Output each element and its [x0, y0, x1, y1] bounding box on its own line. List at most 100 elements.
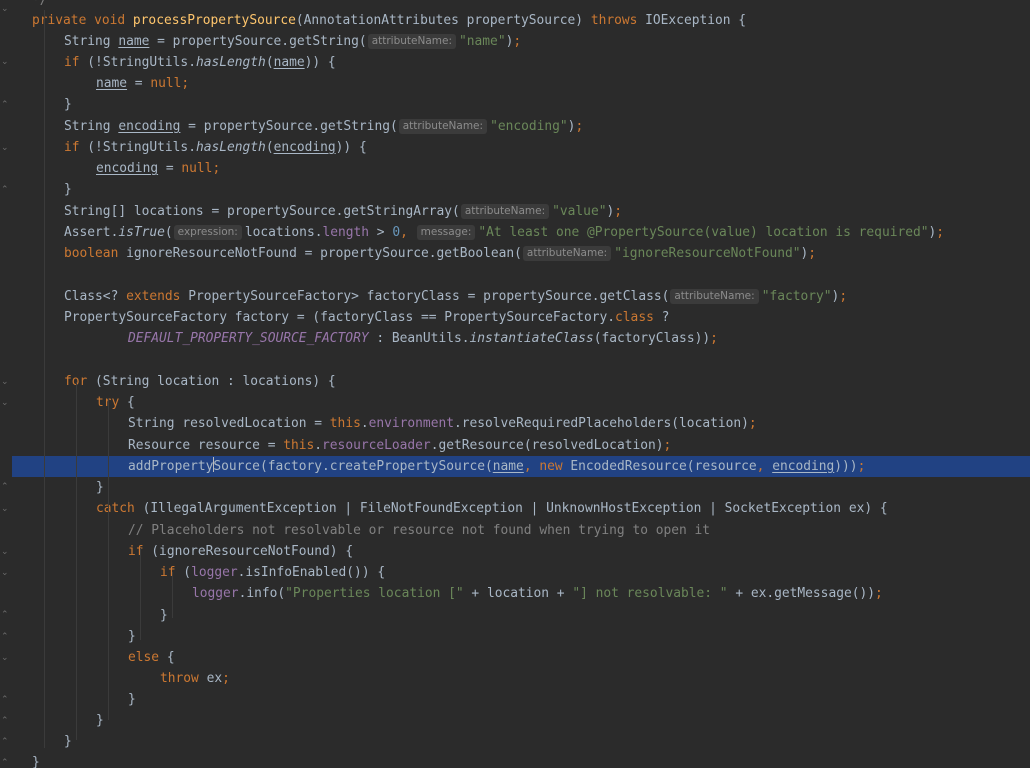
code-line[interactable]: if (!StringUtils.hasLength(name)) { — [12, 52, 1030, 73]
code-line[interactable]: if (logger.isInfoEnabled()) { — [12, 562, 1030, 583]
code-line[interactable]: } — [12, 605, 1030, 626]
code-token: catch — [96, 501, 143, 516]
parameter-hint: attributeName: — [398, 119, 488, 134]
code-line[interactable]: else { — [12, 647, 1030, 668]
code-token: Resource resource = — [128, 438, 284, 453]
code-token: (IllegalArgumentException | FileNotFound… — [142, 501, 888, 516]
code-line[interactable]: Assert.isTrue(expression: locations.lengt… — [12, 222, 1030, 243]
code-line[interactable]: DEFAULT_PROPERTY_SOURCE_FACTORY : BeanUt… — [12, 328, 1030, 349]
code-line[interactable]: if (!StringUtils.hasLength(encoding)) { — [12, 137, 1030, 158]
fold-marker-icon[interactable]: ⌃ — [1, 610, 9, 620]
code-token: encoding — [96, 161, 159, 176]
fold-marker-icon[interactable]: ⌃ — [1, 695, 9, 705]
code-line[interactable]: logger.info("Properties location [" + lo… — [12, 583, 1030, 604]
code-line[interactable]: } — [12, 752, 1030, 768]
line-text: } — [64, 94, 72, 115]
code-token: extends — [126, 289, 189, 304]
code-token: . — [360, 416, 369, 431]
code-line[interactable]: throw ex; — [12, 668, 1030, 689]
code-line[interactable]: } — [12, 179, 1030, 200]
code-token: , — [756, 459, 773, 474]
fold-marker-icon[interactable]: ⌃ — [1, 716, 9, 726]
code-token: "] not resolvable: " — [572, 586, 736, 601]
fold-marker-icon[interactable]: ⌄ — [1, 57, 9, 67]
code-token: "value" — [552, 204, 607, 219]
code-token: } — [96, 713, 104, 728]
current-code-line[interactable]: addPropertySource(factory.createProperty… — [12, 456, 1030, 477]
code-token: instantiateClass — [469, 331, 594, 346]
code-token: } — [64, 182, 72, 197]
code-line[interactable]: } — [12, 689, 1030, 710]
code-token: environment — [368, 416, 454, 431]
code-line[interactable]: String name = propertySource.getString(a… — [12, 31, 1030, 52]
code-editor[interactable]: ⌄ ⌄ ⌃ ⌄ ⌃ ⌄ ⌄ ⌃ ⌄ ⌄ ⌄ ⌃ ⌃ ⌄ ⌃ ⌃ ⌃ ⌃ */ private void proces… — [0, 0, 1030, 768]
fold-marker-icon[interactable]: ⌃ — [1, 737, 9, 747]
line-text: name = null; — [96, 73, 189, 94]
code-token: (ignoreResourceNotFound) { — [151, 544, 354, 559]
code-token: null — [150, 76, 182, 91]
line-text: } — [160, 605, 168, 626]
code-line[interactable]: PropertySourceFactory factory = (factory… — [12, 307, 1030, 328]
code-line[interactable]: name = null; — [12, 73, 1030, 94]
code-token: "encoding" — [490, 119, 568, 134]
code-line[interactable]: boolean ignoreResourceNotFound = propert… — [12, 243, 1030, 264]
code-line[interactable]: Resource resource = this.resourceLoader.… — [12, 435, 1030, 456]
line-text: Class<? extends PropertySourceFactory> f… — [64, 286, 847, 307]
code-line[interactable]: } — [12, 477, 1030, 498]
code-line[interactable]: } — [12, 626, 1030, 647]
code-line[interactable]: if (ignoreResourceNotFound) { — [12, 541, 1030, 562]
code-line[interactable]: private void processPropertySource(Annot… — [12, 10, 1030, 31]
code-token: ; — [614, 204, 622, 219]
fold-marker-icon[interactable]: ⌃ — [1, 758, 9, 768]
code-token: , — [400, 225, 416, 240]
fold-marker-icon[interactable]: ⌄ — [1, 568, 9, 578]
code-line[interactable]: // Placeholders not resolvable or resour… — [12, 520, 1030, 541]
fold-marker-icon[interactable]: ⌃ — [1, 100, 9, 110]
code-token: .resolveRequiredPlaceholders(location) — [453, 416, 749, 431]
line-text: } — [128, 689, 136, 710]
code-token: if — [64, 140, 88, 155]
code-token: = propertySource.getString( — [180, 119, 398, 134]
fold-marker-icon[interactable]: ⌄ — [1, 4, 9, 14]
code-token: boolean — [64, 246, 127, 261]
fold-marker-icon[interactable]: ⌄ — [1, 653, 9, 663]
fold-marker-icon[interactable]: ⌄ — [1, 547, 9, 557]
fold-marker-icon[interactable]: ⌄ — [1, 504, 9, 514]
code-token: ; — [222, 671, 230, 686]
code-line[interactable]: String encoding = propertySource.getStri… — [12, 116, 1030, 137]
fold-marker-icon[interactable]: ⌃ — [1, 632, 9, 642]
code-token: ; — [575, 119, 584, 134]
line-text: if (!StringUtils.hasLength(name)) { — [64, 52, 336, 73]
fold-marker-icon[interactable]: ⌄ — [1, 143, 9, 153]
code-line[interactable]: } — [12, 731, 1030, 752]
code-line[interactable]: encoding = null; — [12, 158, 1030, 179]
code-line[interactable]: } — [12, 710, 1030, 731]
code-token: ; — [212, 161, 221, 176]
code-token: String — [64, 119, 119, 134]
code-token: = — [127, 76, 151, 91]
code-token: encoding — [772, 459, 835, 474]
code-token: String — [64, 34, 119, 49]
code-line[interactable]: for (String location : locations) { — [12, 371, 1030, 392]
fold-marker-icon[interactable]: ⌄ — [1, 377, 9, 387]
code-line[interactable]: Class<? extends PropertySourceFactory> f… — [12, 286, 1030, 307]
code-line[interactable] — [12, 264, 1030, 285]
fold-marker-icon[interactable]: ⌃ — [1, 185, 9, 195]
code-token: ( — [183, 565, 192, 580]
code-line[interactable]: String resolvedLocation = this.environme… — [12, 413, 1030, 434]
code-line[interactable]: String[] locations = propertySource.getS… — [12, 201, 1030, 222]
fold-marker-icon[interactable]: ⌃ — [1, 482, 9, 492]
code-token: PropertySourceFactory> factoryClass = pr… — [188, 289, 670, 304]
line-text: private void processPropertySource(Annot… — [32, 10, 746, 31]
code-token: (AnnotationAttributes propertySource) — [295, 13, 591, 28]
code-token: throws — [590, 13, 646, 28]
fold-marker-icon[interactable]: ⌄ — [1, 398, 9, 408]
code-line[interactable]: try { — [12, 392, 1030, 413]
editor-gutter[interactable]: ⌄ ⌄ ⌃ ⌄ ⌃ ⌄ ⌄ ⌃ ⌄ ⌄ ⌄ ⌃ ⌃ ⌄ ⌃ ⌃ ⌃ ⌃ — [0, 0, 12, 768]
code-token: } — [64, 97, 72, 112]
code-line[interactable]: } — [12, 94, 1030, 115]
code-line[interactable]: catch (IllegalArgumentException | FileNo… — [12, 498, 1030, 519]
code-line[interactable] — [12, 350, 1030, 371]
line-text: for (String location : locations) { — [64, 371, 336, 392]
code-token: PropertySourceFactory factory = (factory… — [64, 310, 616, 325]
